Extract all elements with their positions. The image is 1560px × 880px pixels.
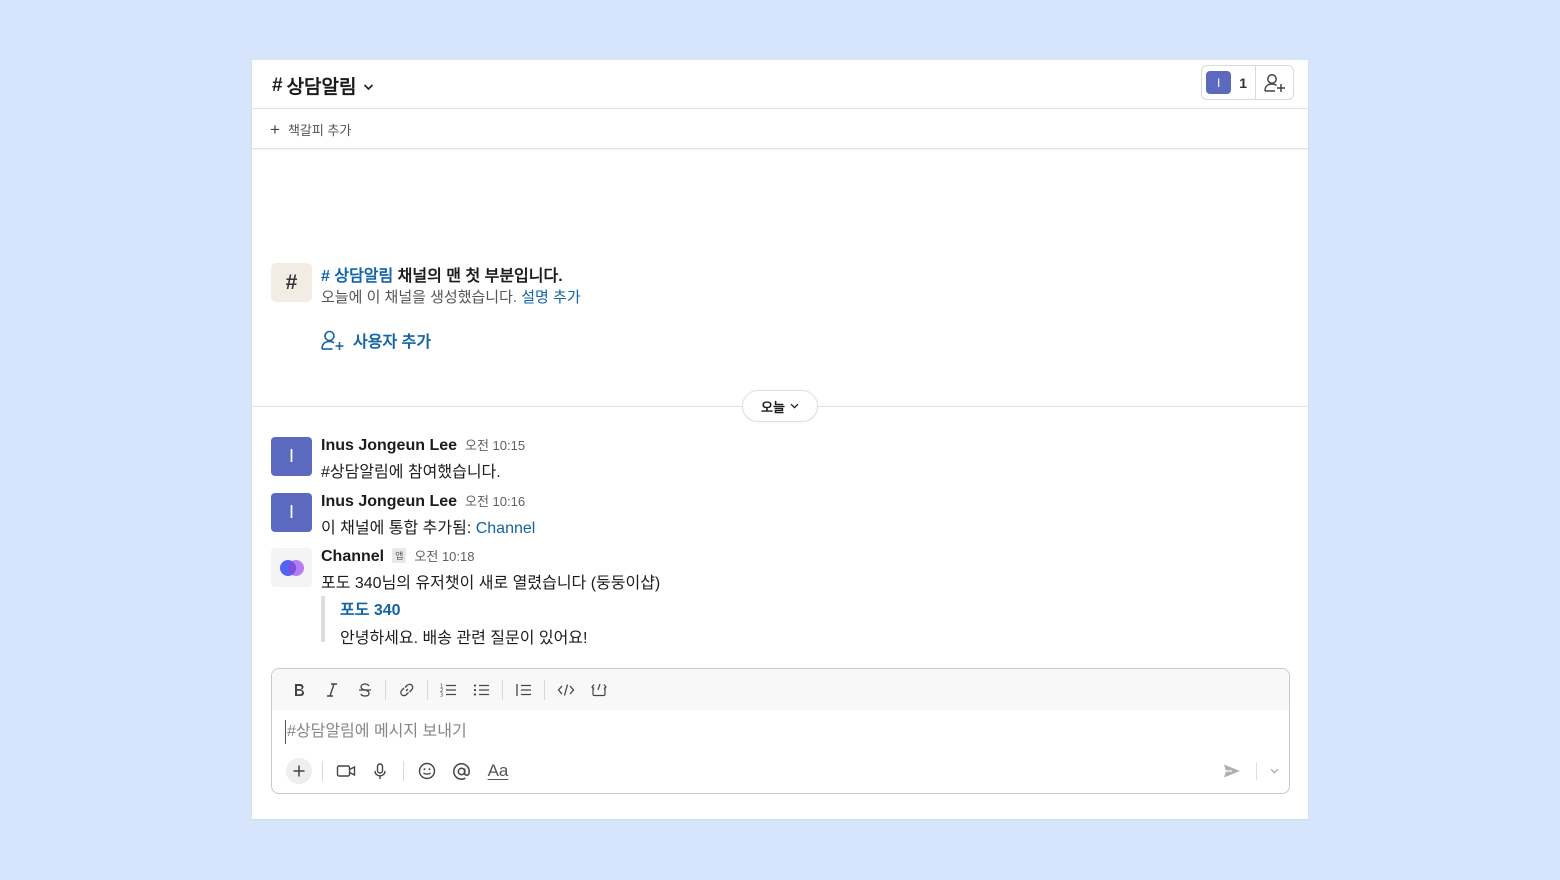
emoji-button[interactable] — [410, 757, 444, 785]
message-time[interactable]: 오전 10:18 — [414, 546, 474, 565]
italic-button[interactable] — [315, 676, 348, 704]
code-icon — [557, 683, 574, 696]
ordered-list-icon: 123 — [440, 683, 456, 698]
text-format-icon: Aa — [487, 761, 509, 780]
bold-icon — [294, 683, 304, 696]
message-composer: 123 Aa — [271, 668, 1290, 794]
member-avatar: I — [1206, 71, 1232, 94]
emoji-icon — [418, 762, 436, 780]
user-avatar[interactable]: I — [271, 437, 312, 476]
channel-app-avatar[interactable] — [271, 548, 312, 587]
ordered-list-button[interactable]: 123 — [432, 676, 465, 704]
composer-actions: Aa — [282, 757, 518, 785]
intro-title-text: 채널의 맨 첫 부분입니다. — [393, 268, 563, 285]
bullet-list-icon — [473, 683, 489, 696]
sender-name[interactable]: Channel — [321, 548, 384, 566]
message-attachment: 포도 340 안녕하세요. 배송 관련 질문이 있어요! — [321, 596, 587, 647]
channel-header: # 상담알림 I 1 — [252, 60, 1308, 109]
toolbar-separator — [403, 761, 404, 781]
blockquote-button[interactable] — [507, 676, 540, 704]
toolbar-separator — [1256, 762, 1257, 780]
message-input[interactable] — [285, 720, 1185, 744]
sender-name[interactable]: Inus Jongeun Lee — [321, 493, 457, 511]
message-time[interactable]: 오전 10:16 — [465, 491, 525, 510]
message-text: #상담알림에 참여했습니다. — [321, 464, 501, 481]
audio-clip-button[interactable] — [363, 757, 397, 785]
plus-icon — [293, 765, 305, 777]
app-badge: 앱 — [392, 548, 407, 563]
add-bookmark-label: 책갈피 추가 — [287, 123, 352, 138]
channel-name: 상담알림 — [286, 77, 357, 98]
send-button[interactable] — [1218, 759, 1246, 783]
add-user-icon — [1263, 73, 1285, 92]
bold-button[interactable] — [282, 676, 315, 704]
text-format-button[interactable]: Aa — [478, 757, 518, 785]
message-header: Inus Jongeun Lee 오전 10:16 — [321, 491, 525, 511]
mention-icon — [452, 762, 470, 780]
channel-logo-icon — [279, 559, 304, 576]
member-list-button[interactable]: I 1 — [1202, 66, 1256, 99]
strikethrough-icon — [358, 682, 371, 697]
video-icon — [336, 765, 356, 777]
message-text: 포도 340님의 유저챗이 새로 열렸습니다 (둥둥이샵) — [321, 575, 661, 592]
member-count: 1 — [1239, 74, 1247, 91]
send-controls — [1218, 759, 1281, 783]
add-member-button[interactable] — [1256, 66, 1293, 99]
intro-subtitle: 오늘에 이 채널을 생성했습니다. 설명 추가 — [321, 286, 581, 307]
italic-icon — [326, 682, 337, 697]
chevron-down-icon — [363, 83, 373, 90]
send-icon — [1224, 764, 1240, 778]
toolbar-separator — [502, 679, 503, 700]
toolbar-separator — [544, 679, 545, 700]
intro-subtitle-text: 오늘에 이 채널을 생성했습니다. — [321, 289, 522, 306]
toolbar-separator — [427, 679, 428, 700]
link-icon — [399, 683, 413, 696]
attach-button[interactable] — [282, 757, 316, 785]
code-block-icon — [590, 683, 607, 696]
intro-title: # 상담알림 채널의 맨 첫 부분입니다. — [321, 262, 563, 286]
message-time[interactable]: 오전 10:15 — [465, 435, 525, 454]
add-bookmark-button[interactable]: + 책갈피 추가 — [270, 120, 351, 139]
add-people-button[interactable]: 사용자 추가 — [321, 328, 431, 352]
add-user-icon — [321, 330, 344, 350]
intro-channel-link[interactable]: # 상담알림 — [321, 268, 393, 285]
formatting-toolbar: 123 — [272, 669, 1289, 710]
member-controls: I 1 — [1201, 65, 1294, 100]
video-clip-button[interactable] — [329, 757, 363, 785]
blockquote-icon — [516, 683, 531, 696]
svg-text:3: 3 — [440, 692, 443, 698]
attachment-title-link[interactable]: 포도 340 — [340, 596, 587, 620]
mention-button[interactable] — [444, 757, 478, 785]
channel-window: # 상담알림 I 1 + 책갈피 추가 # # 상담알림 채널의 맨 첫 부분입… — [252, 60, 1308, 819]
message-text: 이 채널에 통합 추가됨: Channel — [321, 514, 535, 538]
link-button[interactable] — [390, 676, 423, 704]
message-text-content: 이 채널에 통합 추가됨: — [321, 520, 476, 537]
bookmark-bar: + 책갈피 추가 — [252, 109, 1308, 149]
code-block-button[interactable] — [582, 676, 615, 704]
attachment-text: 안녕하세요. 배송 관련 질문이 있어요! — [340, 630, 588, 647]
message-header: Channel 앱 오전 10:18 — [321, 546, 474, 566]
chevron-down-icon — [790, 403, 799, 409]
send-options-button[interactable] — [1267, 766, 1281, 777]
message-header: Inus Jongeun Lee 오전 10:15 — [321, 435, 525, 455]
microphone-icon — [374, 762, 386, 779]
user-avatar[interactable]: I — [271, 493, 312, 532]
plus-icon: + — [270, 120, 280, 139]
chevron-down-icon — [1270, 768, 1278, 774]
code-button[interactable] — [549, 676, 582, 704]
channel-integration-link[interactable]: Channel — [476, 520, 536, 537]
bullet-list-button[interactable] — [465, 676, 498, 704]
date-label: 오늘 — [761, 399, 785, 415]
toolbar-separator — [322, 761, 323, 781]
strikethrough-button[interactable] — [348, 676, 381, 704]
channel-title-button[interactable]: # 상담알림 — [272, 72, 374, 99]
toolbar-separator — [385, 679, 386, 700]
add-people-label: 사용자 추가 — [353, 334, 432, 351]
channel-hash-icon: # — [271, 263, 312, 302]
date-jump-button[interactable]: 오늘 — [742, 390, 818, 422]
add-description-link[interactable]: 설명 추가 — [521, 289, 580, 306]
sender-name[interactable]: Inus Jongeun Lee — [321, 437, 457, 455]
channel-hash: # — [272, 74, 283, 96]
